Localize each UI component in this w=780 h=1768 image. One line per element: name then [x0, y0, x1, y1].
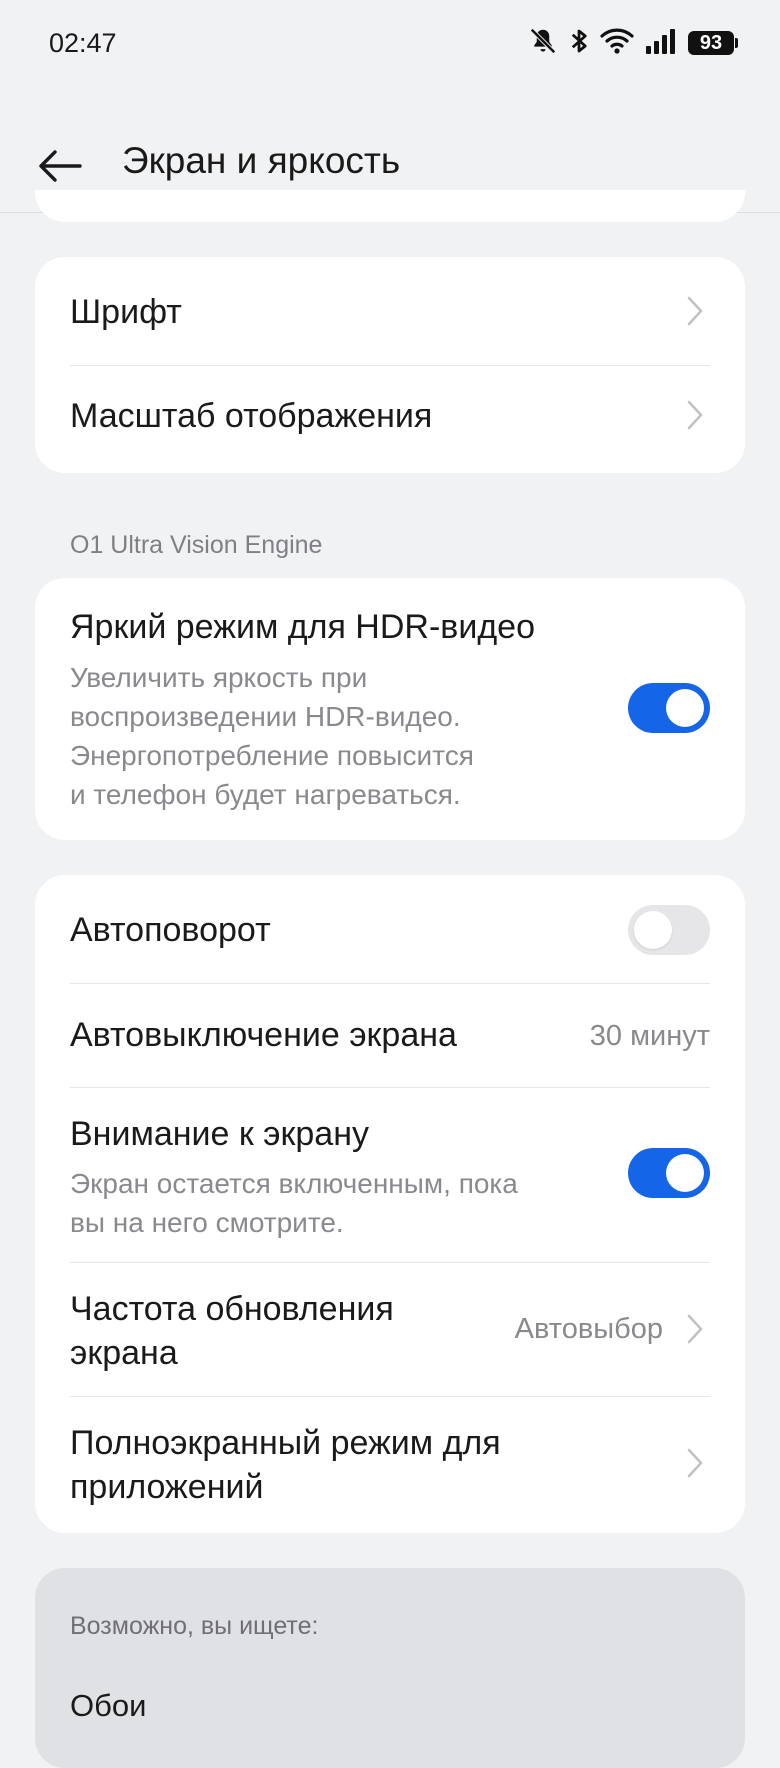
- back-button[interactable]: [30, 136, 90, 196]
- suggestions-card: Возможно, вы ищете: Обои: [35, 1568, 745, 1768]
- fullscreen-apps-title-line: Полноэкранный режим для: [70, 1424, 501, 1462]
- suggestion-wallpaper-link[interactable]: Обои: [70, 1688, 146, 1724]
- hdr-description: Увеличить яркость при воспроизведении HD…: [70, 658, 474, 814]
- chevron-right-icon: [687, 296, 703, 326]
- section-label: O1 Ultra Vision Engine: [70, 531, 323, 559]
- refresh-rate-title-line: Частота обновления: [70, 1290, 394, 1328]
- hdr-title: Яркий режим для HDR-видео: [70, 608, 535, 646]
- fullscreen-apps-title-line: приложений: [70, 1468, 264, 1506]
- screen-timeout-label: Автовыключение экрана: [70, 1016, 457, 1054]
- autorotate-label: Автоповорот: [70, 911, 271, 949]
- autorotate-toggle[interactable]: [628, 905, 710, 955]
- attention-toggle[interactable]: [628, 1148, 710, 1198]
- suggestions-label: Возможно, вы ищете:: [70, 1612, 319, 1640]
- previous-card-remnant: [35, 190, 745, 222]
- bluetooth-icon: [568, 26, 590, 61]
- status-time: 02:47: [49, 28, 117, 58]
- hdr-description-line: Энергопотребление повысится: [70, 740, 474, 771]
- chevron-right-icon: [687, 1448, 703, 1478]
- refresh-rate-title-line: экрана: [70, 1334, 178, 1372]
- toggle-knob: [634, 911, 672, 949]
- battery-level: 93: [688, 31, 734, 55]
- font-scale-card-content: Шрифт Масштаб отображения: [35, 257, 745, 473]
- hdr-card: Яркий режим для HDR-видео Увеличить ярко…: [35, 578, 745, 840]
- chevron-right-icon: [687, 400, 703, 430]
- hdr-description-line: Увеличить яркость при: [70, 662, 368, 693]
- bell-muted-icon: [528, 26, 558, 61]
- attention-description-line: вы на него смотрите.: [70, 1207, 344, 1238]
- hdr-toggle[interactable]: [628, 683, 710, 733]
- status-bar: 02:47 93: [0, 0, 780, 90]
- divider: [70, 1087, 710, 1088]
- wifi-icon: [600, 27, 634, 60]
- back-arrow-icon: [39, 150, 82, 182]
- fullscreen-apps-title: Полноэкранный режим для приложений: [70, 1421, 501, 1509]
- attention-title: Внимание к экрану: [70, 1115, 369, 1153]
- attention-description: Экран остается включенным, пока вы на не…: [70, 1164, 518, 1242]
- toggle-knob: [666, 1154, 704, 1192]
- hdr-description-line: и телефон будет нагреваться.: [70, 779, 461, 810]
- toggle-knob: [666, 689, 704, 727]
- battery-icon: 93: [688, 31, 738, 55]
- signal-icon: [644, 27, 678, 60]
- display-scale-label: Масштаб отображения: [70, 397, 433, 435]
- refresh-rate-value: Автовыбор: [514, 1313, 663, 1345]
- hdr-description-line: воспроизведении HDR-видео.: [70, 701, 461, 732]
- chevron-right-icon: [687, 1314, 703, 1344]
- refresh-rate-title: Частота обновления экрана: [70, 1287, 394, 1375]
- page-title: Экран и яркость: [122, 140, 401, 181]
- display-settings-card: Автоповорот Автовыключение экрана 30 мин…: [35, 875, 745, 1533]
- attention-description-line: Экран остается включенным, пока: [70, 1168, 518, 1199]
- font-row-label: Шрифт: [70, 293, 182, 331]
- status-icons: 93: [528, 26, 738, 60]
- screen-timeout-value: 30 минут: [589, 1020, 710, 1052]
